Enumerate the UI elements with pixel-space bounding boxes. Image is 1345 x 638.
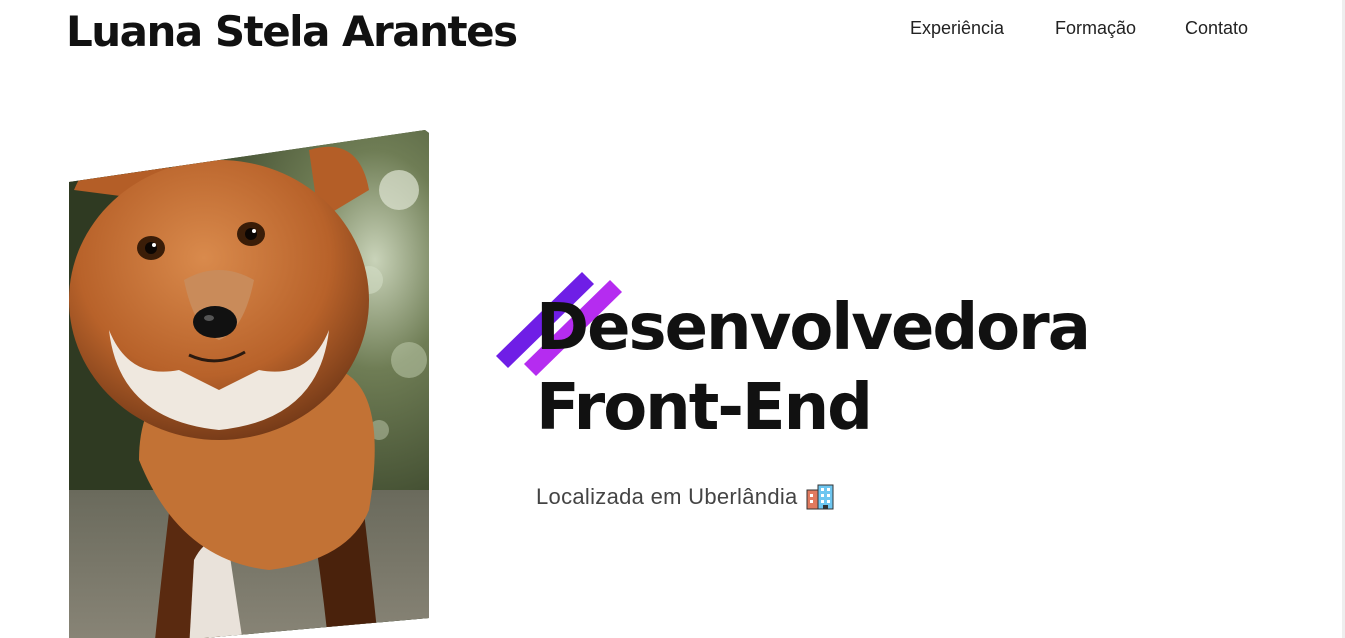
location-text: Localizada em Uberlândia <box>536 484 798 509</box>
location-line: Localizada em Uberlândia <box>536 484 834 510</box>
office-building-icon <box>806 484 834 510</box>
nav-link-experiencia[interactable]: Experiência <box>910 16 1004 40</box>
site-title[interactable]: Luana Stela Arantes <box>66 4 518 60</box>
page: Luana Stela Arantes Experiência Formação… <box>0 0 1345 638</box>
hero-headline-line-1: Desenvolvedora <box>536 291 1091 365</box>
nav-link-contato[interactable]: Contato <box>1185 16 1248 40</box>
hero-headline: Desenvolvedora Front-End <box>536 288 1091 448</box>
hero-headline-line-2: Front-End <box>536 371 873 445</box>
nav-link-formacao[interactable]: Formação <box>1055 16 1136 40</box>
fox-photo-image <box>69 130 429 638</box>
profile-photo <box>69 130 429 638</box>
